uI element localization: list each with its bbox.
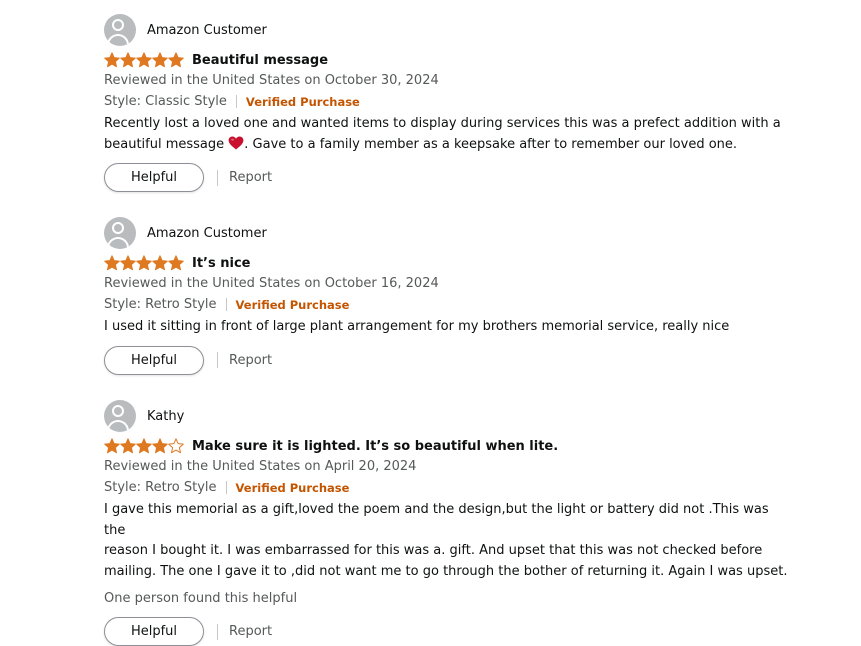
star-rating[interactable] (104, 438, 184, 454)
verified-purchase-badge: Verified Purchase (235, 297, 350, 312)
red-heart-emoji (228, 136, 244, 149)
reviewer-profile[interactable]: Amazon Customer (104, 217, 794, 249)
report-link[interactable]: Report (229, 170, 272, 185)
divider (217, 352, 218, 368)
review-body: I used it sitting in front of large plan… (104, 317, 794, 338)
review-date: Reviewed in the United States on April 2… (104, 459, 417, 474)
star-filled-icon (104, 255, 120, 271)
star-filled-icon (136, 438, 152, 454)
review-title[interactable]: Make sure it is lighted. It’s so beautif… (192, 439, 558, 454)
review-body-line: . Gave to a family member as a keepsake … (244, 136, 738, 152)
review-body-line: Recently lost a loved one and wanted ite… (104, 116, 781, 131)
review-style[interactable]: Style: Classic Style (104, 92, 227, 112)
review-body-line: beautiful message (104, 136, 229, 152)
review-card: Amazon Customer It’s nice Reviewed in th… (104, 217, 794, 375)
user-avatar-icon (104, 14, 136, 46)
star-empty-icon (168, 438, 184, 454)
star-filled-icon (168, 255, 184, 271)
reviewer-name: Amazon Customer (147, 22, 267, 38)
star-filled-icon (104, 52, 120, 68)
review-card: Amazon Customer Beautiful message Review… (104, 14, 794, 192)
review-style[interactable]: Style: Retro Style (104, 478, 217, 498)
review-card: Kathy Make sure it is lighted. It’s so b… (104, 400, 794, 646)
divider (225, 481, 227, 494)
user-avatar-icon (104, 400, 136, 432)
verified-purchase-badge: Verified Purchase (245, 94, 360, 109)
helpful-button[interactable]: Helpful (104, 617, 204, 646)
star-filled-icon (152, 52, 168, 68)
star-filled-icon (120, 438, 136, 454)
star-filled-icon (168, 52, 184, 68)
star-rating[interactable] (104, 52, 184, 68)
star-filled-icon (136, 255, 152, 271)
divider (225, 298, 227, 311)
review-title[interactable]: It’s nice (192, 256, 251, 271)
reviewer-profile[interactable]: Kathy (104, 400, 794, 432)
reviewer-name: Kathy (147, 408, 185, 424)
review-body-line: I gave this memorial as a gift,loved the… (104, 502, 769, 538)
helpful-count: One person found this helpful (104, 591, 298, 606)
review-date: Reviewed in the United States on October… (104, 276, 439, 291)
review-body-line: mailing. The one I gave it to ,did not w… (104, 563, 788, 579)
star-rating[interactable] (104, 255, 184, 271)
review-body-line: reason I bought it. I was embarrassed fo… (104, 543, 763, 558)
review-body-line: I used it sitting in front of large plan… (104, 319, 730, 334)
divider (217, 623, 218, 640)
helpful-button[interactable]: Helpful (104, 345, 204, 375)
review-body: Recently lost a loved one and wanted ite… (104, 114, 794, 155)
divider (217, 169, 218, 186)
star-filled-icon (136, 52, 152, 68)
reviewer-name: Amazon Customer (147, 225, 267, 241)
review-title[interactable]: Beautiful message (192, 53, 328, 68)
review-style[interactable]: Style: Retro Style (104, 295, 217, 315)
user-avatar-icon (104, 217, 136, 249)
star-filled-icon (152, 255, 168, 271)
star-filled-icon (104, 438, 120, 454)
review-date: Reviewed in the United States on October… (104, 73, 439, 88)
reviewer-profile[interactable]: Amazon Customer (104, 14, 794, 46)
report-link[interactable]: Report (229, 353, 272, 368)
star-filled-icon (152, 438, 168, 454)
verified-purchase-badge: Verified Purchase (235, 480, 350, 495)
star-filled-icon (120, 255, 136, 271)
report-link[interactable]: Report (229, 624, 272, 639)
star-filled-icon (120, 52, 136, 68)
helpful-button[interactable]: Helpful (104, 163, 204, 192)
divider (235, 95, 237, 108)
review-body: I gave this memorial as a gift,loved the… (104, 500, 794, 582)
